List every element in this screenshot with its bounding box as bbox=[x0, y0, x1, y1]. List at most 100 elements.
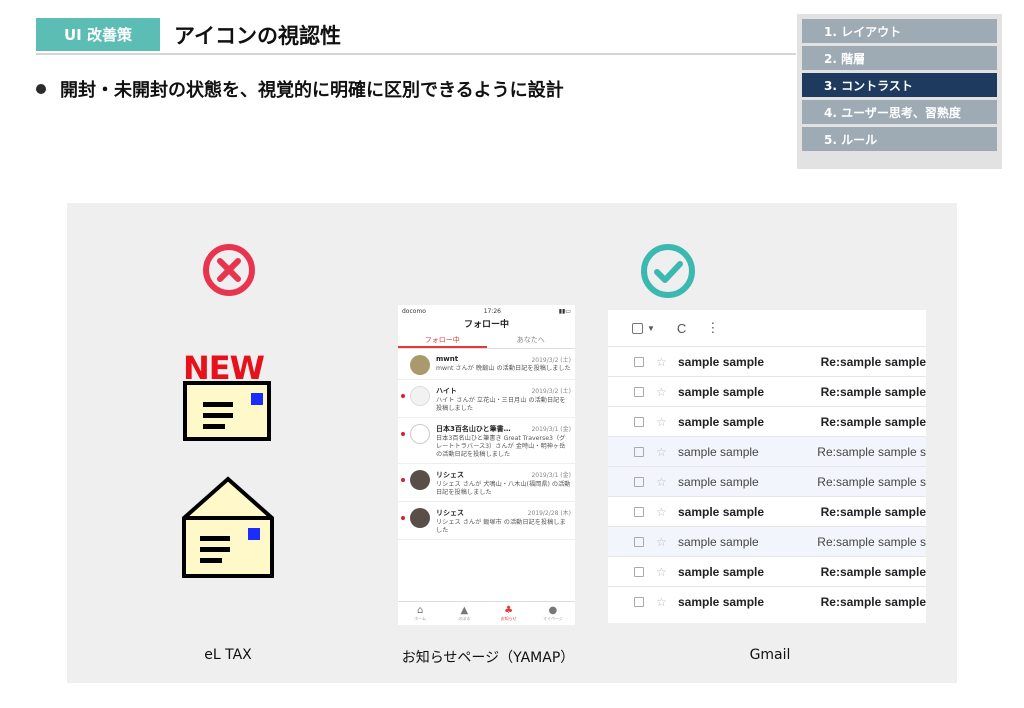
battery-icon: ▮▮▭ bbox=[558, 307, 571, 315]
nav-item-hierarchy[interactable]: 2. 階層 bbox=[802, 46, 997, 70]
row-checkbox[interactable] bbox=[634, 416, 644, 427]
bottom-nav-climb[interactable]: ▲ のぼる bbox=[442, 602, 486, 625]
person-icon: ● bbox=[548, 604, 558, 616]
select-all-checkbox[interactable]: ▼ bbox=[632, 322, 655, 334]
notification-item[interactable]: リシェス 2019/2/28 (木) リシェス さんが 飯塚市 の活動日記を投稿し… bbox=[398, 502, 575, 540]
email-row[interactable]: ☆ sample sample Re:sample sample s bbox=[608, 526, 926, 556]
nav-item-layout[interactable]: 1. レイアウト bbox=[802, 19, 997, 43]
email-subject: Re:sample sample bbox=[820, 354, 926, 369]
email-sender: sample sample bbox=[678, 384, 765, 399]
refresh-icon[interactable]: C bbox=[677, 321, 686, 336]
yamap-screenshot: docomo 17:26 ▮▮▭ フォロー中 フォロー中 あなたへ mwnt 20… bbox=[398, 305, 575, 625]
star-icon[interactable]: ☆ bbox=[656, 535, 670, 549]
nav-item-contrast[interactable]: 3. コントラスト bbox=[802, 73, 997, 97]
notification-name: ハイト bbox=[436, 387, 457, 395]
notification-name: リシェス bbox=[436, 509, 464, 517]
star-icon[interactable]: ☆ bbox=[656, 355, 670, 369]
avatar bbox=[410, 470, 430, 490]
row-checkbox[interactable] bbox=[634, 356, 644, 367]
email-sender: sample sample bbox=[678, 474, 759, 489]
nav-item-rules[interactable]: 5. ルール bbox=[802, 127, 997, 151]
screen-title: フォロー中 bbox=[463, 320, 509, 330]
bell-icon: ♣ bbox=[504, 604, 514, 616]
row-checkbox[interactable] bbox=[634, 566, 644, 577]
notification-item[interactable]: 日本3百名山ひと筆書… 2019/3/1 (金) 日本3百名山ひと筆書き Grea… bbox=[398, 418, 575, 464]
checkbox-icon bbox=[632, 322, 643, 334]
email-row[interactable]: ☆ sample sample Re:sample sample s bbox=[608, 466, 926, 496]
email-subject: Re:sample sample s bbox=[817, 534, 926, 549]
nav-item-label: 4. ユーザー思考、習熟度 bbox=[824, 105, 961, 120]
email-sender: sample sample bbox=[678, 564, 765, 579]
bottom-nav-label: お知らせ bbox=[500, 615, 517, 621]
home-icon: ⌂ bbox=[416, 604, 424, 616]
star-icon[interactable]: ☆ bbox=[656, 505, 670, 519]
star-icon[interactable]: ☆ bbox=[656, 565, 670, 579]
email-row[interactable]: ☆ sample sample Re:sample sample bbox=[608, 406, 926, 436]
email-sender: sample sample bbox=[678, 444, 759, 459]
row-checkbox[interactable] bbox=[634, 536, 644, 547]
email-sender: sample sample bbox=[678, 504, 765, 519]
section-tag: UI 改善策 bbox=[36, 18, 160, 51]
email-row[interactable]: ☆ sample sample Re:sample sample bbox=[608, 376, 926, 406]
star-icon[interactable]: ☆ bbox=[656, 385, 670, 399]
notification-list: mwnt 2019/3/2 (土) mwnt さんが 晩鍛山 の活動日記を投稿しま… bbox=[398, 349, 575, 540]
mountain-icon: ▲ bbox=[460, 604, 469, 616]
notification-date: 2019/3/2 (土) bbox=[531, 357, 571, 364]
notification-name: mwnt bbox=[436, 355, 459, 363]
email-row[interactable]: ☆ sample sample Re:sample sample s bbox=[608, 436, 926, 466]
notification-text: リシェス さんが 犬鳴山・八木山(福岡県) の活動日記を投稿しました bbox=[436, 481, 571, 496]
row-checkbox[interactable] bbox=[634, 596, 644, 607]
opened-envelope-icon bbox=[182, 476, 274, 578]
email-subject: Re:sample sample bbox=[820, 384, 926, 399]
bottom-nav: ⌂ ホーム ▲ のぼる ♣ お知らせ ● マイページ bbox=[398, 601, 575, 625]
email-sender: sample sample bbox=[678, 354, 765, 369]
notification-date: 2019/3/2 (土) bbox=[531, 388, 571, 395]
nav-item-label: 5. ルール bbox=[824, 132, 878, 147]
email-subject: Re:sample sample bbox=[820, 594, 926, 609]
nav-item-user-proficiency[interactable]: 4. ユーザー思考、習熟度 bbox=[802, 100, 997, 124]
title-divider bbox=[36, 53, 796, 55]
notification-text: 日本3百名山ひと筆書き Great Traverse3（グレートトラバース3）さ… bbox=[436, 435, 566, 458]
email-subject: Re:sample sample bbox=[820, 504, 926, 519]
star-icon[interactable]: ☆ bbox=[656, 445, 670, 459]
bullet-point: 開封・未開封の状態を、視覚的に明確に区別できるように設計 bbox=[36, 76, 564, 102]
bottom-nav-label: マイページ bbox=[542, 615, 563, 621]
nav-item-label: 3. コントラスト bbox=[824, 78, 913, 93]
email-row[interactable]: ☆ sample sample Re:sample sample bbox=[608, 556, 926, 586]
more-options-icon[interactable]: ⋮ bbox=[706, 320, 719, 336]
email-row[interactable]: ☆ sample sample Re:sample sample bbox=[608, 496, 926, 526]
carrier-label: docomo bbox=[402, 307, 426, 315]
star-icon[interactable]: ☆ bbox=[656, 415, 670, 429]
row-checkbox[interactable] bbox=[634, 476, 644, 487]
email-subject: Re:sample sample s bbox=[817, 474, 926, 489]
notification-item[interactable]: リシェス 2019/3/1 (金) リシェス さんが 犬鳴山・八木山(福岡県) の… bbox=[398, 464, 575, 502]
gmail-screenshot: ▼ C ⋮ ☆ sample sample Re:sample sample ☆ sa… bbox=[608, 310, 926, 623]
row-checkbox[interactable] bbox=[634, 446, 644, 457]
tab-bar: フォロー中 あなたへ bbox=[398, 333, 575, 349]
row-checkbox[interactable] bbox=[634, 506, 644, 517]
row-checkbox[interactable] bbox=[634, 386, 644, 397]
bottom-nav-home[interactable]: ⌂ ホーム bbox=[398, 602, 442, 625]
notification-item[interactable]: ハイト 2019/3/2 (土) ハイト さんが 立花山・三日月山 の活動日記を投… bbox=[398, 380, 575, 418]
unread-dot-icon bbox=[401, 478, 405, 482]
notification-date: 2019/2/28 (木) bbox=[527, 510, 571, 517]
section-nav: 1. レイアウト 2. 階層 3. コントラスト 4. ユーザー思考、習熟度 5… bbox=[797, 14, 1002, 169]
star-icon[interactable]: ☆ bbox=[656, 595, 670, 609]
bottom-nav-notifications[interactable]: ♣ お知らせ bbox=[487, 602, 531, 625]
avatar bbox=[410, 508, 430, 528]
tab-following[interactable]: フォロー中 bbox=[398, 333, 487, 348]
nav-item-label: 1. レイアウト bbox=[824, 24, 902, 39]
email-sender: sample sample bbox=[678, 534, 759, 549]
page-title: アイコンの視認性 bbox=[174, 24, 341, 48]
email-sender: sample sample bbox=[678, 594, 765, 609]
email-row[interactable]: ☆ sample sample Re:sample sample bbox=[608, 586, 926, 616]
star-icon[interactable]: ☆ bbox=[656, 475, 670, 489]
tab-for-you[interactable]: あなたへ bbox=[487, 333, 576, 348]
notification-item[interactable]: mwnt 2019/3/2 (土) mwnt さんが 晩鍛山 の活動日記を投稿しま… bbox=[398, 349, 575, 380]
email-row[interactable]: ☆ sample sample Re:sample sample bbox=[608, 346, 926, 376]
new-badge: NEW bbox=[183, 349, 265, 387]
bottom-nav-mypage[interactable]: ● マイページ bbox=[531, 602, 575, 625]
gmail-caption: Gmail bbox=[749, 647, 791, 663]
email-subject: Re:sample sample bbox=[820, 414, 926, 429]
bottom-nav-label: のぼる bbox=[458, 615, 471, 621]
